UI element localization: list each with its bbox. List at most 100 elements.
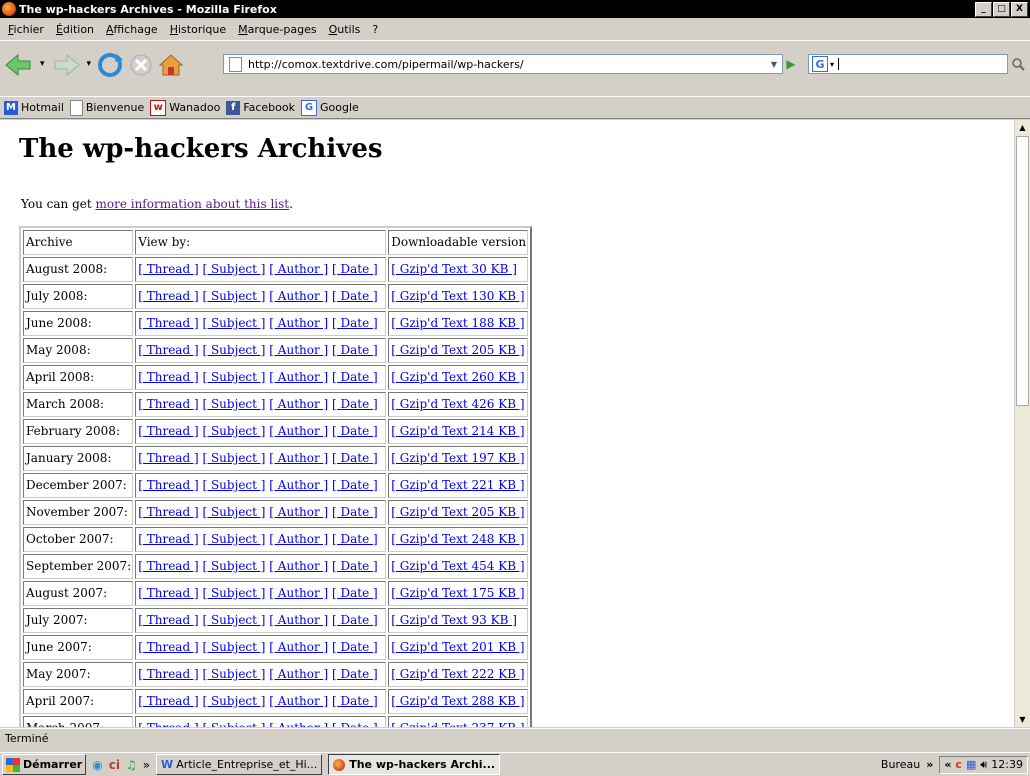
view-by-date-link[interactable]: [ Date ] (332, 478, 378, 492)
view-by-thread-link[interactable]: [ Thread ] (138, 694, 198, 708)
view-by-thread-link[interactable]: [ Thread ] (138, 721, 198, 727)
bookmark-google[interactable]: G Google (301, 99, 359, 116)
bookmark-hotmail[interactable]: M Hotmail (4, 100, 64, 115)
view-by-date-link[interactable]: [ Date ] (332, 559, 378, 573)
view-by-thread-link[interactable]: [ Thread ] (138, 370, 198, 384)
download-gzip-link[interactable]: [ Gzip'd Text 237 KB ] (391, 721, 524, 727)
search-box[interactable]: G ▾ (808, 54, 1008, 74)
view-by-subject-link[interactable]: [ Subject ] (202, 640, 265, 654)
home-button[interactable] (159, 53, 184, 77)
view-by-subject-link[interactable]: [ Subject ] (202, 667, 265, 681)
view-by-subject-link[interactable]: [ Subject ] (202, 424, 265, 438)
download-gzip-link[interactable]: [ Gzip'd Text 454 KB ] (391, 559, 524, 573)
start-button[interactable]: Démarrer (2, 754, 87, 775)
view-by-author-link[interactable]: [ Author ] (269, 559, 328, 573)
desktop-toolbar-label[interactable]: Bureau (881, 758, 920, 771)
view-by-subject-link[interactable]: [ Subject ] (202, 532, 265, 546)
search-input[interactable] (838, 58, 840, 70)
task-firefox[interactable]: The wp-hackers Archi... (328, 754, 501, 775)
maximize-button[interactable]: □ (993, 1, 1010, 17)
view-by-date-link[interactable]: [ Date ] (332, 397, 378, 411)
view-by-thread-link[interactable]: [ Thread ] (138, 397, 198, 411)
download-gzip-link[interactable]: [ Gzip'd Text 188 KB ] (391, 316, 524, 330)
view-by-thread-link[interactable]: [ Thread ] (138, 640, 198, 654)
view-by-subject-link[interactable]: [ Subject ] (202, 397, 265, 411)
view-by-author-link[interactable]: [ Author ] (269, 586, 328, 600)
view-by-subject-link[interactable]: [ Subject ] (202, 370, 265, 384)
view-by-author-link[interactable]: [ Author ] (269, 316, 328, 330)
close-button[interactable]: X (1011, 1, 1028, 17)
view-by-date-link[interactable]: [ Date ] (332, 424, 378, 438)
bookmark-facebook[interactable]: f Facebook (226, 100, 295, 115)
view-by-date-link[interactable]: [ Date ] (332, 289, 378, 303)
reload-button[interactable] (97, 52, 124, 78)
menu-help[interactable]: ? (372, 23, 378, 36)
app-quicklaunch-icon[interactable]: ci (109, 758, 120, 772)
view-by-author-link[interactable]: [ Author ] (269, 640, 328, 654)
download-gzip-link[interactable]: [ Gzip'd Text 214 KB ] (391, 424, 524, 438)
view-by-thread-link[interactable]: [ Thread ] (138, 667, 198, 681)
view-by-date-link[interactable]: [ Date ] (332, 262, 378, 276)
download-gzip-link[interactable]: [ Gzip'd Text 205 KB ] (391, 343, 524, 357)
view-by-subject-link[interactable]: [ Subject ] (202, 289, 265, 303)
view-by-author-link[interactable]: [ Author ] (269, 505, 328, 519)
menu-affichage[interactable]: Affichage (106, 23, 158, 36)
download-gzip-link[interactable]: [ Gzip'd Text 30 KB ] (391, 262, 517, 276)
view-by-author-link[interactable]: [ Author ] (269, 721, 328, 727)
view-by-subject-link[interactable]: [ Subject ] (202, 505, 265, 519)
view-by-thread-link[interactable]: [ Thread ] (138, 505, 198, 519)
download-gzip-link[interactable]: [ Gzip'd Text 248 KB ] (391, 532, 524, 546)
view-by-author-link[interactable]: [ Author ] (269, 694, 328, 708)
view-by-subject-link[interactable]: [ Subject ] (202, 559, 265, 573)
view-by-subject-link[interactable]: [ Subject ] (202, 586, 265, 600)
view-by-date-link[interactable]: [ Date ] (332, 451, 378, 465)
download-gzip-link[interactable]: [ Gzip'd Text 288 KB ] (391, 694, 524, 708)
view-by-thread-link[interactable]: [ Thread ] (138, 262, 198, 276)
view-by-date-link[interactable]: [ Date ] (332, 532, 378, 546)
scroll-up-arrow-icon[interactable]: ▲ (1015, 120, 1030, 135)
view-by-author-link[interactable]: [ Author ] (269, 289, 328, 303)
vertical-scrollbar[interactable]: ▲ ▼ (1014, 120, 1030, 727)
stop-button[interactable] (129, 53, 153, 77)
download-gzip-link[interactable]: [ Gzip'd Text 197 KB ] (391, 451, 524, 465)
view-by-date-link[interactable]: [ Date ] (332, 613, 378, 627)
view-by-date-link[interactable]: [ Date ] (332, 316, 378, 330)
menu-outils[interactable]: Outils (329, 23, 361, 36)
download-gzip-link[interactable]: [ Gzip'd Text 260 KB ] (391, 370, 524, 384)
download-gzip-link[interactable]: [ Gzip'd Text 93 KB ] (391, 613, 517, 627)
view-by-thread-link[interactable]: [ Thread ] (138, 289, 198, 303)
url-dropdown-icon[interactable]: ▼ (766, 60, 782, 69)
more-info-link[interactable]: more information about this list (95, 197, 289, 211)
bookmark-wanadoo[interactable]: w Wanadoo (150, 99, 220, 116)
view-by-date-link[interactable]: [ Date ] (332, 370, 378, 384)
view-by-date-link[interactable]: [ Date ] (332, 667, 378, 681)
download-gzip-link[interactable]: [ Gzip'd Text 426 KB ] (391, 397, 524, 411)
forward-button[interactable] (51, 53, 81, 77)
view-by-thread-link[interactable]: [ Thread ] (138, 451, 198, 465)
task-word-document[interactable]: W Article_Entreprise_et_Hi... (156, 754, 323, 775)
view-by-date-link[interactable]: [ Date ] (332, 640, 378, 654)
browser-quicklaunch-icon[interactable]: ◉ (92, 758, 102, 772)
view-by-subject-link[interactable]: [ Subject ] (202, 613, 265, 627)
view-by-author-link[interactable]: [ Author ] (269, 478, 328, 492)
view-by-author-link[interactable]: [ Author ] (269, 370, 328, 384)
download-gzip-link[interactable]: [ Gzip'd Text 205 KB ] (391, 505, 524, 519)
search-engine-dropdown-icon[interactable]: ▾ (830, 60, 834, 69)
bookmark-bienvenue[interactable]: Bienvenue (69, 99, 144, 116)
view-by-thread-link[interactable]: [ Thread ] (138, 478, 198, 492)
view-by-author-link[interactable]: [ Author ] (269, 613, 328, 627)
view-by-thread-link[interactable]: [ Thread ] (138, 613, 198, 627)
network-tray-icon[interactable]: ▦ (966, 758, 976, 771)
forward-history-dropdown[interactable]: ▾ (87, 60, 92, 69)
view-by-author-link[interactable]: [ Author ] (269, 667, 328, 681)
view-by-thread-link[interactable]: [ Thread ] (138, 316, 198, 330)
download-gzip-link[interactable]: [ Gzip'd Text 201 KB ] (391, 640, 524, 654)
view-by-author-link[interactable]: [ Author ] (269, 343, 328, 357)
view-by-author-link[interactable]: [ Author ] (269, 451, 328, 465)
view-by-date-link[interactable]: [ Date ] (332, 694, 378, 708)
view-by-thread-link[interactable]: [ Thread ] (138, 424, 198, 438)
scrollbar-thumb[interactable] (1016, 136, 1029, 406)
go-button[interactable]: ▶ (781, 54, 801, 74)
view-by-date-link[interactable]: [ Date ] (332, 586, 378, 600)
media-quicklaunch-icon[interactable]: ♫ (126, 758, 137, 772)
